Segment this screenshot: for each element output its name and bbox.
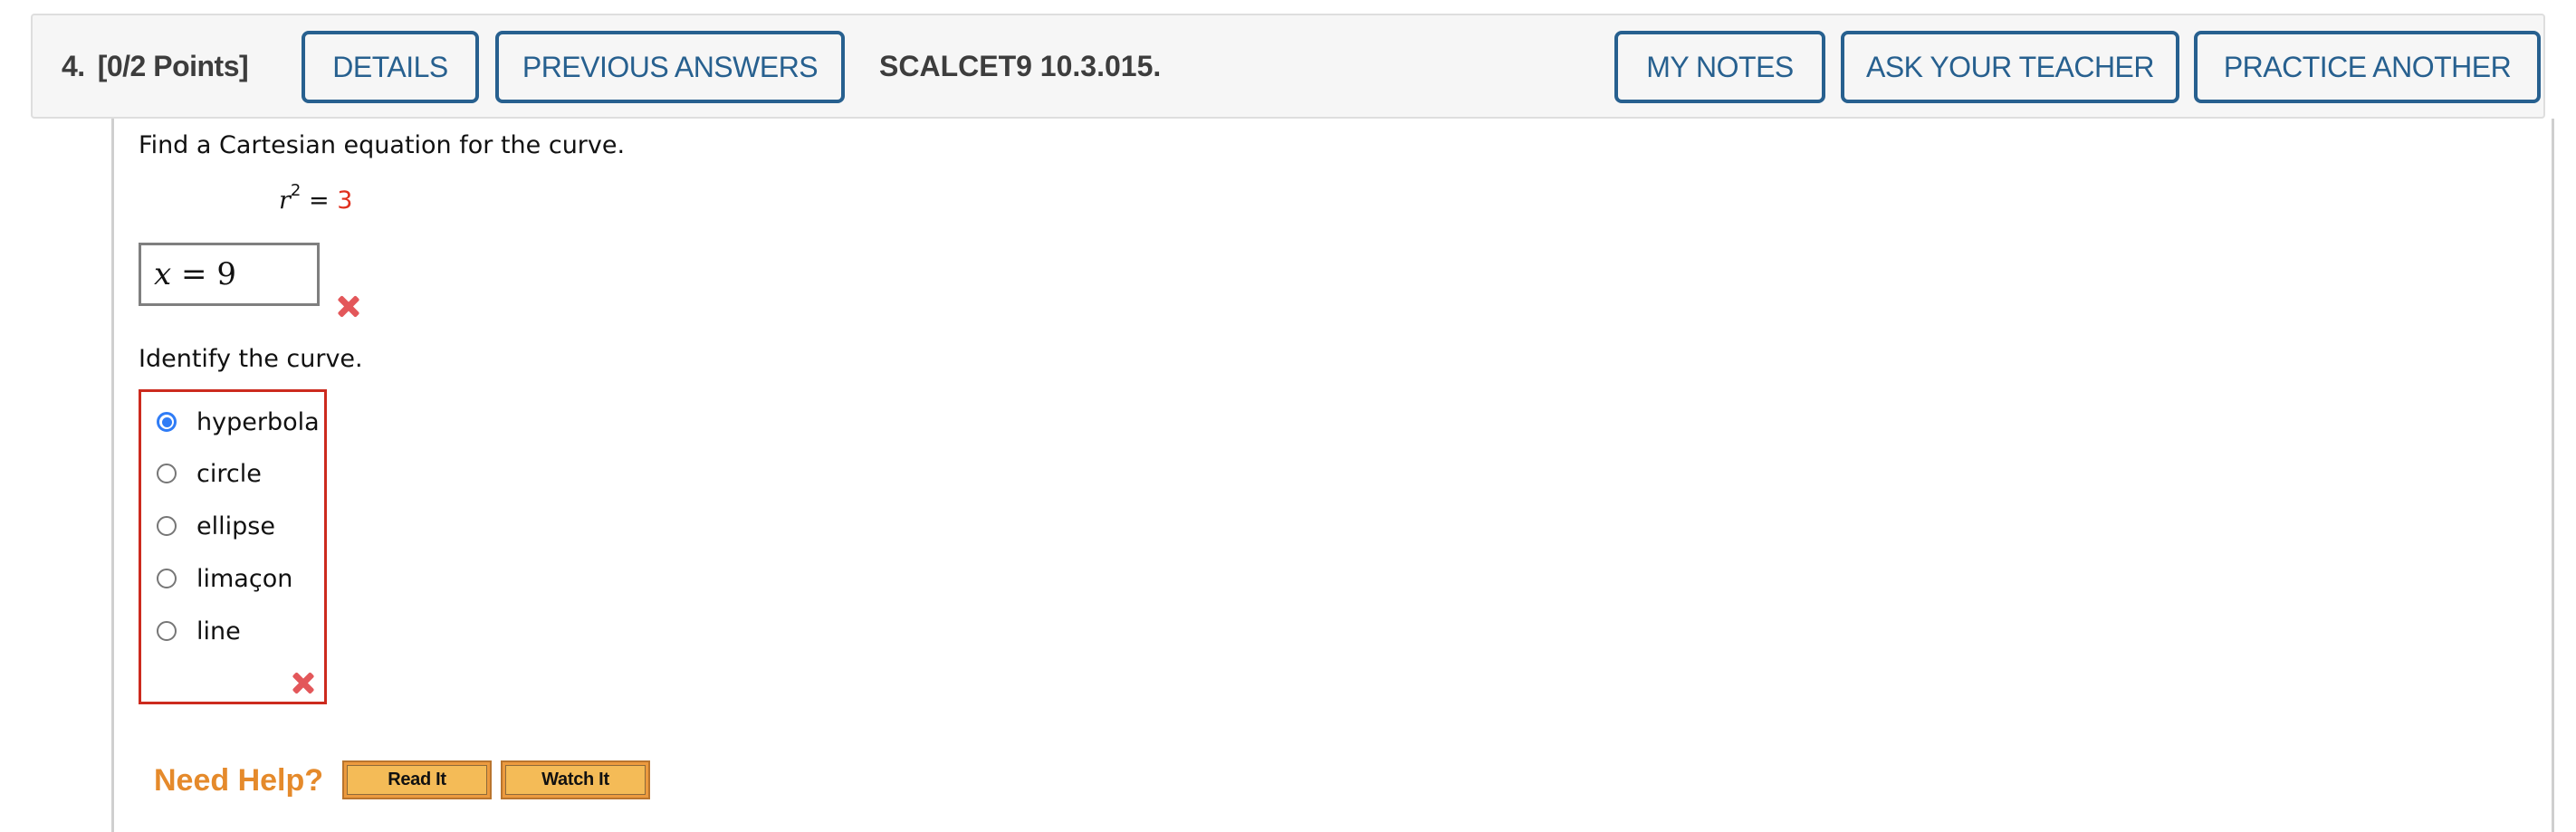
option-label: hyperbola (196, 407, 320, 436)
need-help-label: Need Help? (154, 763, 324, 798)
content-right-border (2552, 119, 2554, 832)
radio-unselected-icon[interactable] (157, 569, 177, 588)
part1-prompt: Find a Cartesian equation for the curve. (139, 131, 626, 159)
equation-exponent: 2 (290, 181, 302, 200)
polar-equation: r2 = 3 (279, 181, 353, 215)
equation-value: 3 (337, 186, 353, 215)
cartesian-answer-input[interactable]: x = 9 (139, 243, 320, 306)
question-points: [0/2 Points] (97, 50, 249, 82)
ask-your-teacher-button[interactable]: ASK YOUR TEACHER (1841, 31, 2179, 103)
question-header: 4. [0/2 Points] DETAILS PREVIOUS ANSWERS … (31, 14, 2545, 119)
question-number-label: 4. (62, 50, 85, 82)
answer-operator: = (181, 256, 207, 292)
equation-variable: r (279, 186, 291, 215)
radio-unselected-icon[interactable] (157, 464, 177, 483)
question-number: 4. [0/2 Points] (62, 15, 249, 117)
radio-unselected-icon[interactable] (157, 516, 177, 536)
details-button[interactable]: DETAILS (302, 31, 479, 103)
radio-unselected-icon[interactable] (157, 621, 177, 641)
option-label: ellipse (196, 512, 275, 540)
my-notes-button[interactable]: MY NOTES (1614, 31, 1825, 103)
practice-another-button[interactable]: PRACTICE ANOTHER (2194, 31, 2541, 103)
content-left-border (111, 119, 114, 832)
option-line[interactable]: line (157, 613, 241, 649)
option-label: circle (196, 459, 262, 488)
previous-answers-button[interactable]: PREVIOUS ANSWERS (495, 31, 845, 103)
option-ellipse[interactable]: ellipse (157, 508, 275, 544)
incorrect-x-icon (337, 294, 360, 318)
equation-equals: = (308, 186, 330, 215)
read-it-button[interactable]: Read It (342, 760, 492, 799)
option-circle[interactable]: circle (157, 455, 262, 492)
question-code: SCALCET9 10.3.015. (879, 50, 1162, 82)
answer-variable: x (154, 256, 172, 292)
incorrect-x-icon (292, 671, 315, 694)
option-hyperbola[interactable]: hyperbola (157, 404, 320, 440)
answer-value: 9 (216, 256, 236, 292)
radio-selected-icon[interactable] (157, 412, 177, 432)
option-label: line (196, 617, 241, 646)
curve-options-group: hyperbola circle ellipse limaçon line (139, 389, 327, 704)
part2-prompt: Identify the curve. (139, 345, 363, 373)
watch-it-button[interactable]: Watch It (501, 760, 650, 799)
option-label: limaçon (196, 564, 293, 593)
option-limacon[interactable]: limaçon (157, 560, 292, 597)
